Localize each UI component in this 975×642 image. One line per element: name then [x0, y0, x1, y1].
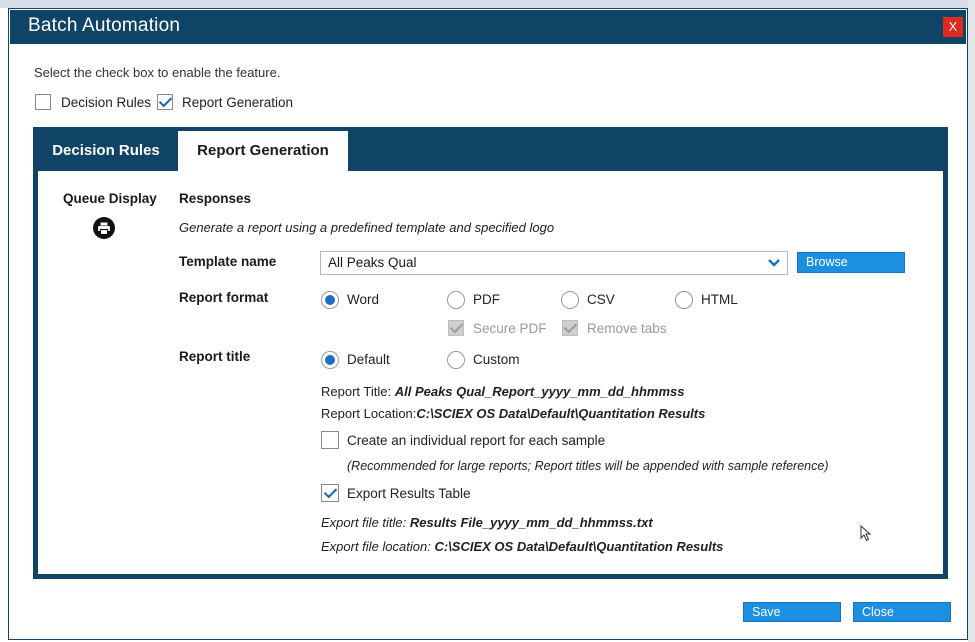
report-title-custom-label: Custom	[473, 352, 520, 367]
save-button[interactable]: Save	[743, 602, 841, 622]
close-button[interactable]: Close	[853, 602, 951, 622]
report-location-prefix: Report Location:	[321, 406, 417, 421]
template-name-label: Template name	[179, 254, 277, 269]
remove-tabs-checkbox[interactable]	[562, 320, 578, 336]
export-results-checkbox[interactable]	[321, 484, 339, 502]
report-title-default-radio[interactable]	[321, 351, 339, 369]
secure-pdf-checkbox[interactable]	[448, 320, 464, 336]
export-file-title-line: Export file title: Results File_yyyy_mm_…	[321, 515, 653, 530]
report-format-pdf-label: PDF	[473, 292, 500, 307]
report-title-prefix: Report Title:	[321, 384, 392, 399]
report-location-line: Report Location:C:\SCIEX OS Data\Default…	[321, 406, 705, 421]
report-title-custom-radio[interactable]	[447, 351, 465, 369]
tab-report-generation[interactable]: Report Generation	[178, 131, 348, 172]
report-generation-checkbox-label: Report Generation	[182, 95, 294, 110]
desktop-background	[0, 0, 975, 8]
template-name-select[interactable]: All Peaks Qual	[320, 251, 788, 275]
template-name-value: All Peaks Qual	[328, 255, 417, 270]
report-title-line: Report Title: All Peaks Qual_Report_yyyy…	[321, 384, 684, 399]
report-generation-checkbox[interactable]	[157, 94, 173, 110]
report-title-label: Report title	[179, 349, 251, 364]
individual-report-checkbox[interactable]	[321, 431, 339, 449]
export-file-title-value: Results File_yyyy_mm_dd_hhmmss.txt	[409, 515, 653, 530]
remove-tabs-label: Remove tabs	[587, 321, 667, 336]
individual-report-note: (Recommended for large reports; Report t…	[347, 459, 829, 473]
export-file-title-prefix: Export file title:	[321, 515, 407, 530]
report-location-value: C:\SCIEX OS Data\Default\Quantitation Re…	[416, 406, 706, 421]
tab-decision-rules[interactable]: Decision Rules	[36, 131, 176, 171]
decision-rules-checkbox-label: Decision Rules	[61, 95, 152, 110]
instruction-text: Select the check box to enable the featu…	[34, 65, 281, 80]
responses-heading: Responses	[179, 191, 252, 206]
report-format-html-label: HTML	[701, 292, 738, 307]
desktop-edge	[968, 0, 975, 642]
responses-description: Generate a report using a predefined tem…	[179, 220, 555, 235]
report-format-csv-label: CSV	[587, 292, 615, 307]
browse-button[interactable]: Browse	[797, 252, 905, 273]
individual-report-label: Create an individual report for each sam…	[347, 433, 606, 448]
chevron-down-icon	[768, 259, 780, 267]
report-format-csv-radio[interactable]	[561, 291, 579, 309]
mouse-pointer-icon	[860, 525, 872, 542]
close-window-button[interactable]: X	[943, 17, 963, 37]
printer-icon[interactable]	[93, 217, 115, 239]
report-format-word-label: Word	[347, 292, 380, 307]
export-file-location-line: Export file location: C:\SCIEX OS Data\D…	[321, 539, 723, 554]
export-file-location-prefix: Export file location:	[321, 539, 431, 554]
decision-rules-checkbox[interactable]	[35, 94, 51, 110]
window-title: Batch Automation	[28, 15, 181, 36]
report-format-label: Report format	[179, 290, 269, 305]
report-format-word-radio[interactable]	[321, 291, 339, 309]
export-file-location-value: C:\SCIEX OS Data\Default\Quantitation Re…	[434, 539, 724, 554]
queue-display-label: Queue Display	[63, 191, 157, 206]
report-title-value: All Peaks Qual_Report_yyyy_mm_dd_hhmmss	[394, 384, 685, 399]
report-format-pdf-radio[interactable]	[447, 291, 465, 309]
secure-pdf-label: Secure PDF	[473, 321, 547, 336]
report-title-default-label: Default	[347, 352, 390, 367]
report-format-html-radio[interactable]	[675, 291, 693, 309]
export-results-label: Export Results Table	[347, 486, 471, 501]
